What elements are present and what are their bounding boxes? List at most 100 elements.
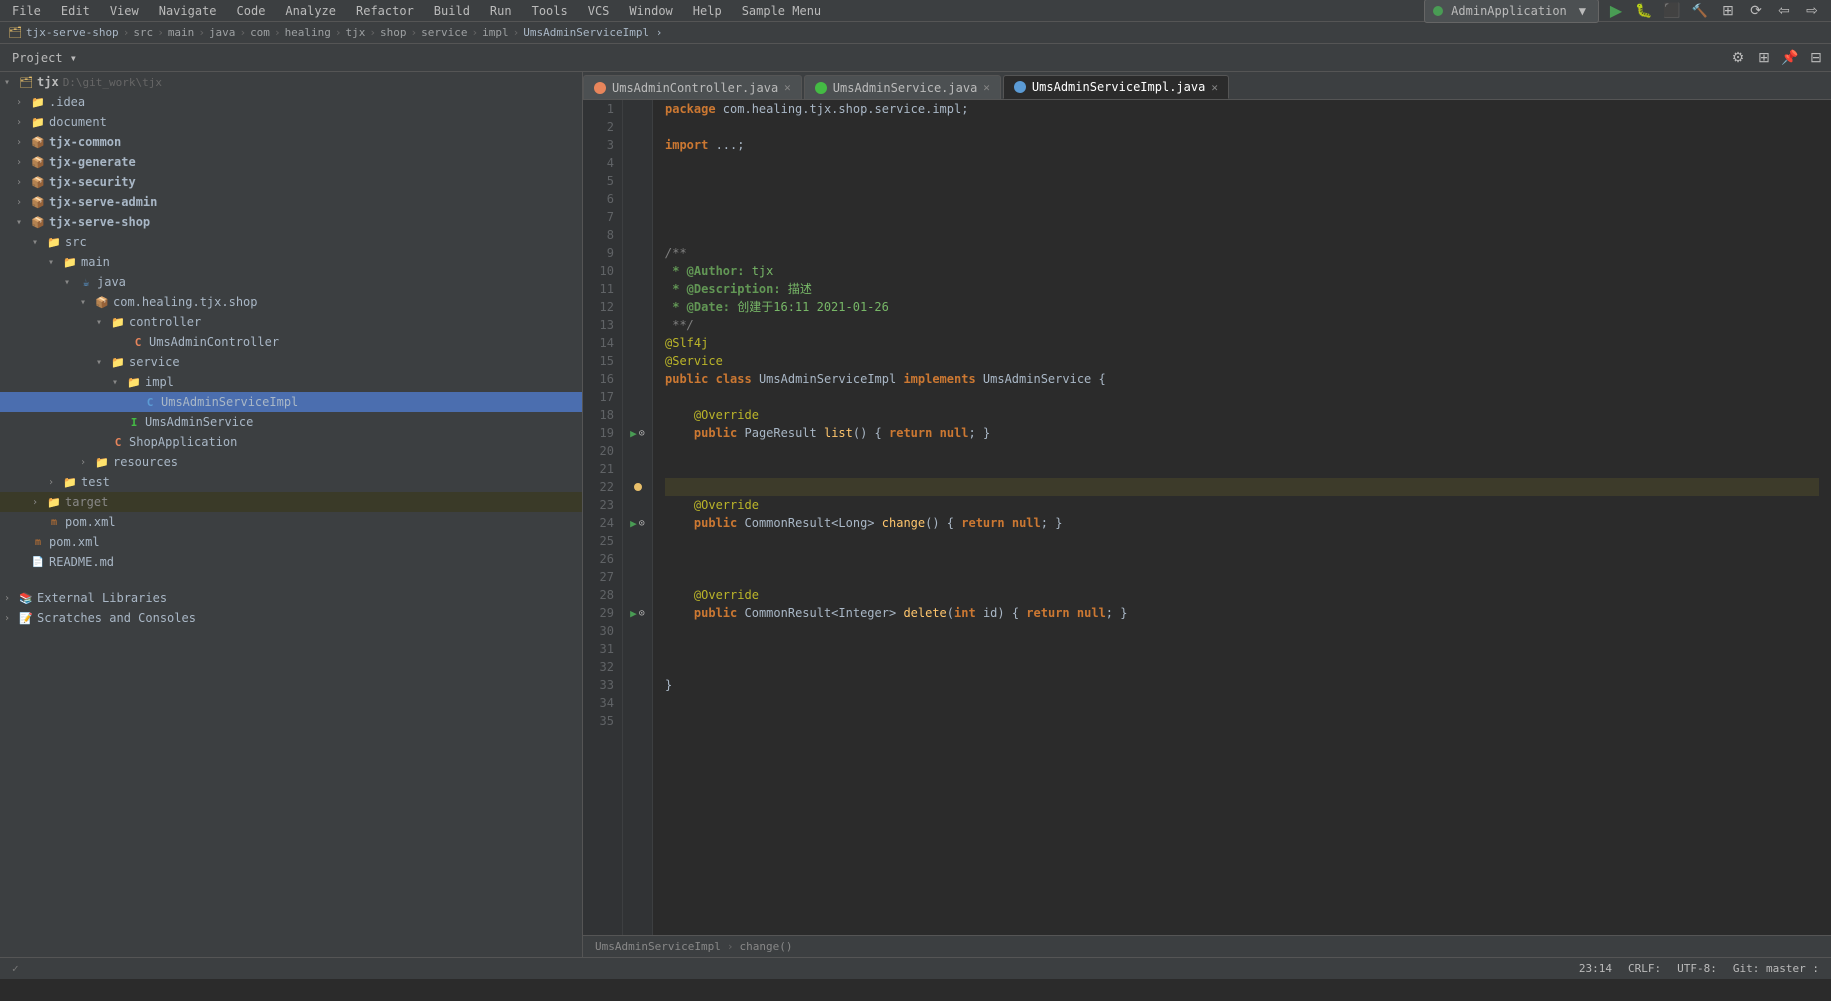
tree-resources[interactable]: › 📁 resources — [0, 452, 582, 472]
tree-tjx-serve-shop[interactable]: ▾ 📦 tjx-serve-shop — [0, 212, 582, 232]
bookmark-29[interactable]: ⊙ — [639, 608, 645, 619]
breadcrumb-method[interactable]: change() — [739, 940, 792, 953]
tree-java[interactable]: ▾ ☕ java — [0, 272, 582, 292]
tree-root[interactable]: ▾ 🗂 tjx D:\git_work\tjx — [0, 72, 582, 92]
tree-pom-module[interactable]: m pom.xml — [0, 512, 582, 532]
nav-java[interactable]: java — [209, 26, 236, 39]
tree-tjx-security[interactable]: › 📦 tjx-security — [0, 172, 582, 192]
bookmark-24[interactable]: ⊙ — [639, 518, 645, 529]
menu-help[interactable]: Help — [689, 2, 726, 20]
menu-refactor[interactable]: Refactor — [352, 2, 418, 20]
menu-code[interactable]: Code — [233, 2, 270, 20]
code-editor[interactable]: 1 2 3 4 5 6 7 8 9 10 11 12 13 14 15 16 1… — [583, 100, 1831, 935]
tab-UmsAdminService[interactable]: UmsAdminService.java ✕ — [804, 75, 1001, 99]
menu-sample[interactable]: Sample Menu — [738, 2, 825, 20]
status-crlf[interactable]: CRLF: — [1628, 962, 1661, 975]
layout-icon[interactable]: ⊞ — [1753, 47, 1775, 69]
gutter-29[interactable]: ▶ ⊙ — [623, 604, 652, 622]
tree-tjx-generate[interactable]: › 📦 tjx-generate — [0, 152, 582, 172]
run-config-dropdown[interactable]: ▼ — [1575, 2, 1590, 20]
nav-tjx[interactable]: 🗂 — [8, 26, 22, 39]
tree-package[interactable]: ▾ 📦 com.healing.tjx.shop — [0, 292, 582, 312]
editor-area: UmsAdminController.java ✕ UmsAdminServic… — [583, 72, 1831, 957]
breadcrumb-class[interactable]: UmsAdminServiceImpl — [595, 940, 721, 953]
menu-run[interactable]: Run — [486, 2, 516, 20]
gutter-13 — [623, 316, 652, 334]
tree-ShopApplication[interactable]: C ShopApplication — [0, 432, 582, 452]
project-panel: ▾ 🗂 tjx D:\git_work\tjx › 📁 .idea › 📁 do… — [0, 72, 583, 957]
run-icon-29[interactable]: ▶ — [630, 607, 637, 620]
nav-main[interactable]: main — [168, 26, 195, 39]
pin-icon[interactable]: 📌 — [1779, 47, 1801, 69]
tree-tjx-common[interactable]: › 📦 tjx-common — [0, 132, 582, 152]
gutter-34 — [623, 694, 652, 712]
pom-m-icon: m — [46, 514, 62, 530]
nav-healing[interactable]: healing — [285, 26, 331, 39]
nav-file[interactable]: UmsAdminServiceImpl › — [523, 26, 662, 39]
menu-window[interactable]: Window — [625, 2, 676, 20]
tree-UmsAdminService[interactable]: I UmsAdminService — [0, 412, 582, 432]
tree-controller[interactable]: ▾ 📁 controller — [0, 312, 582, 332]
tree-idea[interactable]: › 📁 .idea — [0, 92, 582, 112]
nav-tjx-label[interactable]: tjx-serve-shop — [26, 26, 119, 39]
nav-com[interactable]: com — [250, 26, 270, 39]
menu-build[interactable]: Build — [430, 2, 474, 20]
run-icon-19[interactable]: ▶ — [630, 427, 637, 440]
toolbar-more1[interactable]: ⊞ — [1717, 0, 1739, 22]
menu-edit[interactable]: Edit — [57, 2, 94, 20]
tab-close-service[interactable]: ✕ — [983, 81, 990, 94]
menu-view[interactable]: View — [106, 2, 143, 20]
tree-document[interactable]: › 📁 document — [0, 112, 582, 132]
gutter-19[interactable]: ▶ ⊙ — [623, 424, 652, 442]
tree-target[interactable]: › 📁 target — [0, 492, 582, 512]
nav-service[interactable]: service — [421, 26, 467, 39]
run-button[interactable]: ▶ — [1605, 0, 1627, 22]
menu-navigate[interactable]: Navigate — [155, 2, 221, 20]
res-icon: 📁 — [94, 454, 110, 470]
sa-label: ShopApplication — [129, 435, 237, 449]
toolbar-more2[interactable]: ⟳ — [1745, 0, 1767, 22]
tree-main[interactable]: ▾ 📁 main — [0, 252, 582, 272]
tree-impl[interactable]: ▾ 📁 impl — [0, 372, 582, 392]
tab-UmsAdminController[interactable]: UmsAdminController.java ✕ — [583, 75, 802, 99]
java-arrow: ▾ — [64, 277, 78, 288]
run-icon-24[interactable]: ▶ — [630, 517, 637, 530]
tree-src[interactable]: ▾ 📁 src — [0, 232, 582, 252]
nav-impl[interactable]: impl — [482, 26, 509, 39]
build-button[interactable]: 🔨 — [1689, 0, 1711, 22]
run-config[interactable]: AdminApplication ▼ — [1424, 0, 1599, 23]
menu-vcs[interactable]: VCS — [584, 2, 614, 20]
tree-scratches[interactable]: › 📝 Scratches and Consoles — [0, 608, 582, 628]
tree-external-libs[interactable]: › 📚 External Libraries — [0, 588, 582, 608]
collapse-icon[interactable]: ⊟ — [1805, 47, 1827, 69]
code-line-15: @Service — [665, 352, 1819, 370]
debug-button[interactable]: 🐛 — [1633, 0, 1655, 22]
nav-shop[interactable]: shop — [380, 26, 407, 39]
tabs-bar: UmsAdminController.java ✕ UmsAdminServic… — [583, 72, 1831, 100]
tree-UmsAdminController[interactable]: C UmsAdminController — [0, 332, 582, 352]
tree-pom-root[interactable]: m pom.xml — [0, 532, 582, 552]
tree-test[interactable]: › 📁 test — [0, 472, 582, 492]
status-git[interactable]: Git: master : — [1733, 962, 1819, 975]
tab-close-controller[interactable]: ✕ — [784, 81, 791, 94]
tree-readme[interactable]: 📄 README.md — [0, 552, 582, 572]
code-content[interactable]: package com.healing.tjx.shop.service.imp… — [653, 100, 1831, 935]
tree-service[interactable]: ▾ 📁 service — [0, 352, 582, 372]
menu-analyze[interactable]: Analyze — [281, 2, 340, 20]
gutter-24[interactable]: ▶ ⊙ — [623, 514, 652, 532]
tab-UmsAdminServiceImpl[interactable]: UmsAdminServiceImpl.java ✕ — [1003, 75, 1229, 99]
status-line-col[interactable]: 23:14 — [1579, 962, 1612, 975]
status-charset[interactable]: UTF-8: — [1677, 962, 1717, 975]
toolbar-more4[interactable]: ⇨ — [1801, 0, 1823, 22]
nav-src[interactable]: src — [133, 26, 153, 39]
menu-file[interactable]: File — [8, 2, 45, 20]
bookmark-19[interactable]: ⊙ — [639, 428, 645, 439]
menu-tools[interactable]: Tools — [528, 2, 572, 20]
tree-tjx-serve-admin[interactable]: › 📦 tjx-serve-admin — [0, 192, 582, 212]
settings-icon[interactable]: ⚙ — [1727, 47, 1749, 69]
tab-close-impl[interactable]: ✕ — [1211, 81, 1218, 94]
nav-tjx2[interactable]: tjx — [346, 26, 366, 39]
stop-button[interactable]: ⬛ — [1661, 0, 1683, 22]
tree-UmsAdminServiceImpl[interactable]: C UmsAdminServiceImpl — [0, 392, 582, 412]
toolbar-more3[interactable]: ⇦ — [1773, 0, 1795, 22]
